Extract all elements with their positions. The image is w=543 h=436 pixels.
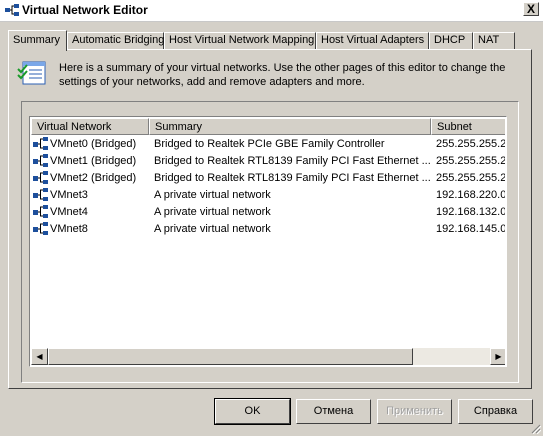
arrow-right-icon: ▶ xyxy=(495,352,502,361)
column-header-virtual-network[interactable]: Virtual Network xyxy=(31,118,149,135)
network-editor-icon xyxy=(5,4,19,16)
list-row-vmnet2[interactable]: VMnet2 (Bridged) Bridged to Realtek RTL8… xyxy=(31,170,505,187)
close-button[interactable]: X xyxy=(523,2,539,16)
network-subnet: 192.168.220.0 xyxy=(436,189,505,201)
resize-grip-icon[interactable] xyxy=(529,422,541,434)
apply-button[interactable]: Применить xyxy=(377,399,452,424)
tab-dhcp[interactable]: DHCP xyxy=(429,32,473,49)
network-icon xyxy=(33,137,48,150)
network-icon xyxy=(33,222,48,235)
checklist-icon xyxy=(17,61,46,85)
tab-host-virtual-adapters[interactable]: Host Virtual Adapters xyxy=(316,32,429,49)
network-name: VMnet1 (Bridged) xyxy=(50,155,137,167)
column-header-subnet[interactable]: Subnet xyxy=(431,118,505,135)
network-name: VMnet8 xyxy=(50,223,88,235)
network-name: VMnet2 (Bridged) xyxy=(50,172,137,184)
list-row-vmnet1[interactable]: VMnet1 (Bridged) Bridged to Realtek RTL8… xyxy=(31,153,505,170)
tab-automatic-bridging[interactable]: Automatic Bridging xyxy=(67,32,164,49)
network-subnet: 192.168.145.0 xyxy=(436,223,505,235)
horizontal-scrollbar[interactable]: ◀ ▶ xyxy=(31,348,505,365)
summary-description: Here is a summary of your virtual networ… xyxy=(59,62,506,88)
virtual-network-editor-window: Virtual Network Editor X Summary Automat… xyxy=(0,0,543,436)
network-name: VMnet0 (Bridged) xyxy=(50,138,137,150)
tab-summary[interactable]: Summary xyxy=(8,30,67,51)
network-summary: Bridged to Realtek PCIe GBE Family Contr… xyxy=(154,138,385,150)
column-header-summary[interactable]: Summary xyxy=(149,118,431,135)
scroll-right-button[interactable]: ▶ xyxy=(490,348,505,365)
network-summary: Bridged to Realtek RTL8139 Family PCI Fa… xyxy=(154,155,430,167)
network-summary: Bridged to Realtek RTL8139 Family PCI Fa… xyxy=(154,172,430,184)
virtual-network-list[interactable]: Virtual Network Summary Subnet VMnet0 (B… xyxy=(29,116,507,367)
tab-host-virtual-network-mapping[interactable]: Host Virtual Network Mapping xyxy=(164,32,316,49)
network-subnet: 192.168.132.0 xyxy=(436,206,505,218)
network-subnet: 255.255.255.255 xyxy=(436,138,505,150)
window-title: Virtual Network Editor xyxy=(22,3,148,17)
list-row-vmnet3[interactable]: VMnet3 A private virtual network 192.168… xyxy=(31,187,505,204)
list-row-vmnet0[interactable]: VMnet0 (Bridged) Bridged to Realtek PCIe… xyxy=(31,136,505,153)
list-row-vmnet4[interactable]: VMnet4 A private virtual network 192.168… xyxy=(31,204,505,221)
title-bar: Virtual Network Editor X xyxy=(0,0,543,22)
network-icon xyxy=(33,188,48,201)
summary-panel: Here is a summary of your virtual networ… xyxy=(8,49,532,389)
network-summary: A private virtual network xyxy=(154,206,271,218)
list-header: Virtual Network Summary Subnet xyxy=(31,118,505,135)
list-row-vmnet8[interactable]: VMnet8 A private virtual network 192.168… xyxy=(31,221,505,238)
network-summary: A private virtual network xyxy=(154,189,271,201)
network-subnet: 255.255.255.255 xyxy=(436,172,505,184)
help-button[interactable]: Справка xyxy=(458,399,533,424)
scroll-left-button[interactable]: ◀ xyxy=(31,348,48,365)
ok-button[interactable]: OK xyxy=(214,398,291,425)
close-icon: X xyxy=(526,2,535,16)
network-summary: A private virtual network xyxy=(154,223,271,235)
network-icon xyxy=(33,154,48,167)
network-icon xyxy=(33,205,48,218)
arrow-left-icon: ◀ xyxy=(36,352,43,361)
scroll-thumb[interactable] xyxy=(48,348,413,365)
network-name: VMnet4 xyxy=(50,206,88,218)
network-name: VMnet3 xyxy=(50,189,88,201)
cancel-button[interactable]: Отмена xyxy=(296,399,371,424)
tab-nat[interactable]: NAT xyxy=(473,32,515,49)
network-subnet: 255.255.255.255 xyxy=(436,155,505,167)
network-icon xyxy=(33,171,48,184)
